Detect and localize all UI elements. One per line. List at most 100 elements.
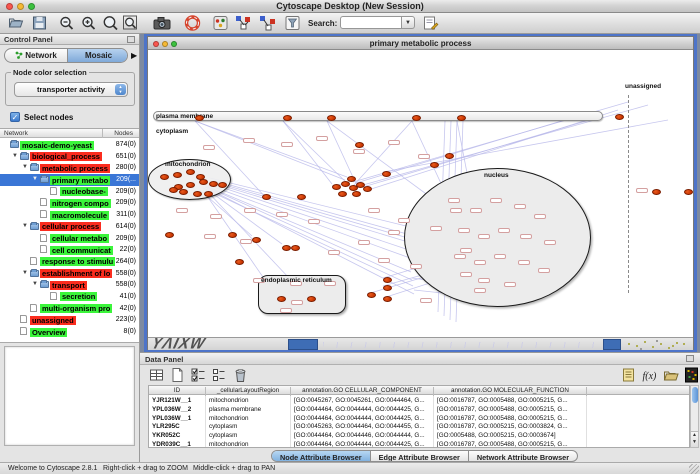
network-node[interactable]: [169, 187, 178, 193]
tab-node-attribute-browser[interactable]: Node Attribute Browser: [272, 451, 371, 461]
attribute-table[interactable]: ID_cellularLayoutRegionannotation.GO CEL…: [148, 385, 690, 448]
network-node[interactable]: [652, 189, 661, 195]
vizmapper-icon[interactable]: [212, 15, 229, 31]
tab-mosaic[interactable]: Mosaic: [67, 49, 128, 62]
tree-row-biological-process[interactable]: ▼biological_process651(0): [0, 151, 139, 163]
network-canvas[interactable]: plasma membrane cytoplasm mitochondrion …: [148, 50, 693, 337]
tree-row-secretion[interactable]: secretion41(0): [0, 291, 139, 303]
network-node[interactable]: [186, 182, 195, 188]
network-node[interactable]: [338, 191, 347, 197]
table-icon[interactable]: [148, 367, 165, 383]
network-node[interactable]: [204, 191, 213, 197]
column-header-2[interactable]: annotation.GO CELLULAR_COMPONENT: [291, 387, 434, 396]
tab-edge-attribute-browser[interactable]: Edge Attribute Browser: [371, 451, 469, 461]
float-data-panel-icon[interactable]: [686, 355, 694, 362]
tree-row-nitrogen-compo[interactable]: nitrogen compo209(0): [0, 197, 139, 209]
network-node[interactable]: [252, 237, 261, 243]
scrollbar-arrows[interactable]: ▲▼: [691, 431, 698, 447]
network-node[interactable]: [277, 296, 286, 302]
network-window-titlebar[interactable]: primary metabolic process: [148, 37, 693, 50]
table-row[interactable]: YPL036W__1mitochondrion[GO:0044464, GO:0…: [149, 414, 689, 423]
tree-expander-icon[interactable]: ▼: [32, 281, 38, 287]
import-attributes-icon[interactable]: [663, 367, 680, 383]
network-node[interactable]: [383, 296, 392, 302]
network-node[interactable]: [367, 292, 376, 298]
tree-row-unassigned[interactable]: unassigned223(0): [0, 314, 139, 326]
column-header-1[interactable]: _cellularLayoutRegion: [206, 387, 291, 396]
network-node[interactable]: [355, 142, 364, 148]
table-row[interactable]: YDR039C__1mitochondrion[GO:0044464, GO:0…: [149, 440, 689, 448]
network-node[interactable]: [363, 186, 372, 192]
network-node[interactable]: [291, 245, 300, 251]
network-node[interactable]: [179, 189, 188, 195]
network-node[interactable]: [173, 172, 182, 178]
tab-network[interactable]: Network: [5, 49, 67, 62]
layout-icon-2[interactable]: [258, 15, 278, 31]
network-node[interactable]: [615, 114, 624, 120]
zoom-selected-icon[interactable]: [122, 15, 139, 31]
tree-row-overview[interactable]: Overview8(0): [0, 326, 139, 338]
zoom-in-icon[interactable]: [80, 15, 97, 31]
network-node[interactable]: [297, 194, 306, 200]
scrollbar-thumb[interactable]: [692, 387, 698, 403]
zoom-out-icon[interactable]: [58, 15, 75, 31]
tree-row-cell-communicat[interactable]: cell communicat22(0): [0, 244, 139, 256]
network-node[interactable]: [160, 174, 169, 180]
select-attributes-icon[interactable]: [190, 367, 207, 383]
delete-attribute-icon[interactable]: [232, 367, 249, 383]
tree-row-metabolic-process[interactable]: ▼metabolic process280(0): [0, 162, 139, 174]
column-header-3[interactable]: annotation.GO MOLECULAR_FUNCTION: [434, 387, 587, 396]
network-node[interactable]: [186, 169, 195, 175]
tab-network-attribute-browser[interactable]: Network Attribute Browser: [469, 451, 577, 461]
tree-expander-icon[interactable]: ▼: [32, 176, 38, 182]
network-node[interactable]: [383, 277, 392, 283]
network-node[interactable]: [282, 245, 291, 251]
resize-grip[interactable]: [689, 464, 699, 474]
network-node[interactable]: [382, 171, 391, 177]
tree-row-nucleobase-[interactable]: nucleobase-209(0): [0, 186, 139, 198]
table-row[interactable]: YPL036W__2plasma membrane[GO:0044464, GO…: [149, 405, 689, 414]
network-node[interactable]: [228, 232, 237, 238]
network-node[interactable]: [327, 115, 336, 121]
network-window[interactable]: primary metabolic process plasma membran…: [147, 36, 694, 350]
network-node[interactable]: [307, 296, 316, 302]
tree-row-primary-metabo[interactable]: ▼primary metabo209(...: [0, 174, 139, 186]
function-builder-icon[interactable]: f(x): [641, 367, 658, 383]
network-node[interactable]: [262, 194, 271, 200]
tree-row-response-to-stimulu[interactable]: response to stimulu264(0): [0, 256, 139, 268]
network-node[interactable]: [165, 232, 174, 238]
new-attribute-icon[interactable]: [169, 367, 186, 383]
table-scrollbar[interactable]: ▲▼: [690, 385, 699, 448]
open-icon[interactable]: [8, 15, 25, 31]
tree-expander-icon[interactable]: ▼: [22, 223, 28, 229]
zoom-fit-icon[interactable]: [102, 15, 119, 31]
tree-expander-icon[interactable]: ▼: [12, 153, 18, 159]
save-icon[interactable]: [31, 15, 48, 31]
network-node[interactable]: [209, 181, 218, 187]
tree-expander-icon[interactable]: ▼: [22, 164, 28, 170]
help-icon[interactable]: [184, 15, 201, 31]
column-header-0[interactable]: ID: [149, 387, 206, 396]
birds-eye-view[interactable]: [4, 346, 135, 446]
network-node[interactable]: [193, 191, 202, 197]
network-node[interactable]: [445, 153, 454, 159]
tree-row-multi-organism-pro[interactable]: multi-organism pro42(0): [0, 303, 139, 315]
tree-row-transport[interactable]: ▼transport558(0): [0, 279, 139, 291]
tree-expander-icon[interactable]: ▼: [22, 270, 28, 276]
network-node[interactable]: [235, 259, 244, 265]
network-node[interactable]: [383, 285, 392, 291]
network-node[interactable]: [332, 184, 341, 190]
node-color-dropdown[interactable]: transporter activity ▲▼: [14, 82, 128, 97]
network-node[interactable]: [457, 115, 466, 121]
tree-row-macromolecule[interactable]: macromolecule311(0): [0, 209, 139, 221]
tree-row-cellular-metabo[interactable]: cellular metabo209(0): [0, 233, 139, 245]
table-row[interactable]: YJR121W__1mitochondrion[GO:0045267, GO:0…: [149, 396, 689, 405]
tree-row-establishment-of-lo[interactable]: ▼establishment of lo558(0): [0, 268, 139, 280]
table-row[interactable]: YKR052Ccytoplasm[GO:0044464, GO:0044446,…: [149, 431, 689, 440]
network-node[interactable]: [195, 115, 204, 121]
network-node[interactable]: [283, 115, 292, 121]
tree-row-mosaic-demo-yeast[interactable]: mosaic-demo-yeast874(0): [0, 139, 139, 151]
network-node[interactable]: [352, 191, 361, 197]
network-node[interactable]: [430, 162, 439, 168]
tab-scroll-right-icon[interactable]: ▶: [131, 51, 137, 60]
